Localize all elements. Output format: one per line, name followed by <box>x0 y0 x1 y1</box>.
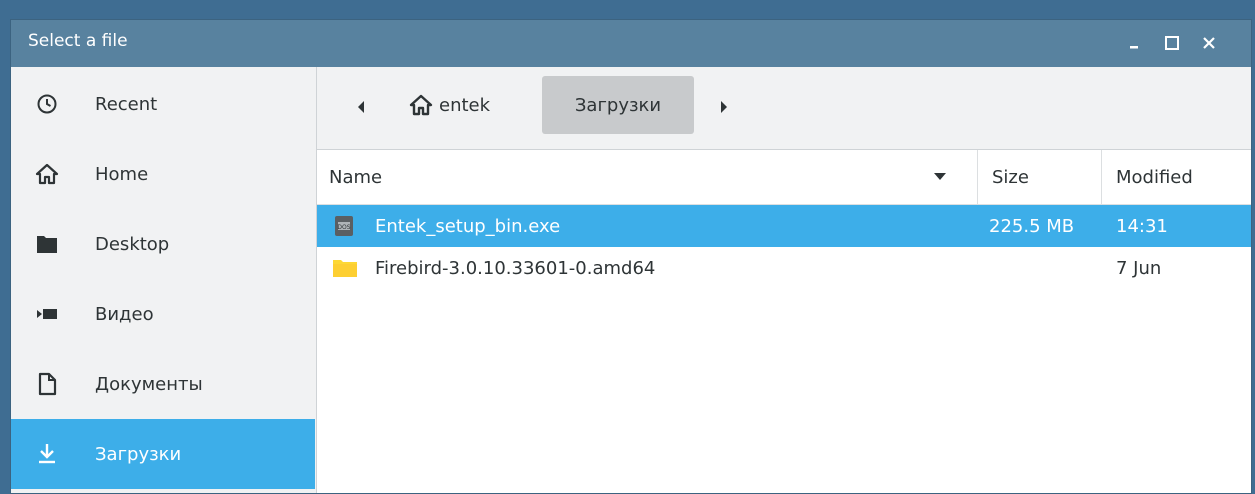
file-name: Entek_setup_bin.exe <box>375 215 561 237</box>
window-title: Select a file <box>28 31 128 51</box>
sidebar-item-recent[interactable]: Recent <box>11 69 315 139</box>
triangle-right-icon <box>721 101 727 113</box>
file-browser: entek Загрузки Name Size Modified DOS En… <box>317 67 1251 493</box>
breadcrumb-downloads[interactable]: Загрузки <box>542 76 694 134</box>
sidebar-item-label: Home <box>95 163 149 185</box>
file-size: 225.5 MB <box>989 215 1075 237</box>
executable-file-icon: DOS <box>333 205 355 247</box>
breadcrumb-label: entek <box>439 94 491 116</box>
home-icon <box>409 94 433 116</box>
scroll-right-button[interactable] <box>714 96 734 118</box>
places-sidebar: Recent Home Desktop Видео Документы Загр… <box>11 67 317 493</box>
home-icon <box>34 161 60 187</box>
sidebar-item-downloads[interactable]: Загрузки <box>11 419 315 489</box>
column-header-row: Name Size Modified <box>317 150 1251 205</box>
document-icon <box>34 371 60 397</box>
download-icon <box>34 441 60 467</box>
close-button[interactable] <box>1192 26 1226 60</box>
maximize-icon <box>1165 36 1179 50</box>
sidebar-item-home[interactable]: Home <box>11 139 315 209</box>
folder-icon <box>331 247 359 289</box>
column-header-label: Modified <box>1116 166 1193 188</box>
sidebar-item-documents[interactable]: Документы <box>11 349 315 419</box>
titlebar[interactable]: Select a file <box>11 20 1251 67</box>
file-chooser-dialog: Select a file Recent Home Desktop Видео … <box>10 19 1252 494</box>
sidebar-item-label: Документы <box>95 373 203 395</box>
sidebar-item-label: Видео <box>95 303 154 325</box>
sort-descending-icon <box>934 173 946 180</box>
file-modified: 7 Jun <box>1116 257 1162 279</box>
minimize-icon <box>1130 46 1138 49</box>
svg-text:DOS: DOS <box>337 224 350 231</box>
minimize-button[interactable] <box>1117 26 1151 60</box>
scroll-left-button[interactable] <box>351 96 371 118</box>
file-row[interactable]: Firebird-3.0.10.33601-0.amd64 7 Jun <box>317 247 1251 289</box>
column-header-name[interactable]: Name <box>317 150 977 204</box>
maximize-button[interactable] <box>1155 26 1189 60</box>
folder-icon <box>34 231 60 257</box>
column-header-label: Size <box>992 166 1029 188</box>
column-header-modified[interactable]: Modified <box>1101 150 1253 204</box>
path-bar: entek Загрузки <box>317 67 1251 150</box>
close-icon <box>1203 37 1215 49</box>
sidebar-item-label: Recent <box>95 93 158 115</box>
file-name: Firebird-3.0.10.33601-0.amd64 <box>375 257 656 279</box>
sidebar-item-label: Загрузки <box>95 443 182 465</box>
column-header-size[interactable]: Size <box>977 150 1101 204</box>
sidebar-item-video[interactable]: Видео <box>11 279 315 349</box>
sidebar-item-label: Desktop <box>95 233 170 255</box>
triangle-left-icon <box>358 101 364 113</box>
file-modified: 14:31 <box>1116 215 1168 237</box>
breadcrumb-label: Загрузки <box>574 94 662 116</box>
breadcrumb-home[interactable]: entek <box>401 76 519 134</box>
file-row[interactable]: DOS Entek_setup_bin.exe 225.5 MB 14:31 <box>317 205 1251 247</box>
video-icon <box>34 301 60 327</box>
column-header-label: Name <box>329 166 383 188</box>
sidebar-item-desktop[interactable]: Desktop <box>11 209 315 279</box>
clock-icon <box>34 91 60 117</box>
